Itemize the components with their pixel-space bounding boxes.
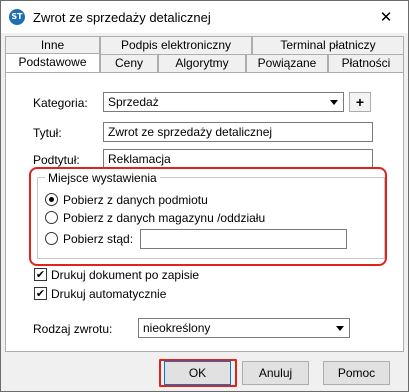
tab-terminal-platniczy[interactable]: Terminal płatniczy [252, 36, 404, 54]
category-value: Sprzedaż [108, 95, 159, 109]
chevron-down-icon [336, 326, 344, 331]
category-select[interactable]: Sprzedaż [103, 92, 344, 112]
chevron-down-icon [330, 100, 338, 105]
radio-issue-from-warehouse[interactable] [45, 211, 58, 224]
tab-podpis-elektroniczny[interactable]: Podpis elektroniczny [100, 36, 252, 54]
tab-algorytmy[interactable]: Algorytmy [158, 54, 246, 72]
tab-strip: Inne Podpis elektroniczny Terminal płatn… [1, 33, 408, 73]
tab-inne[interactable]: Inne [5, 36, 100, 54]
category-label: Kategoria: [33, 96, 88, 110]
cancel-button[interactable]: Anuluj [242, 361, 309, 385]
issue-place-custom-input[interactable] [140, 229, 347, 249]
title-label: Tytuł: [33, 126, 62, 140]
radio-issue-from-warehouse-label: Pobierz z danych magazynu /oddziału [63, 211, 266, 225]
subtitle-input[interactable]: Reklamacja [103, 149, 373, 169]
return-type-value: nieokreślony [143, 321, 211, 335]
tab-podstawowe[interactable]: Podstawowe [5, 53, 100, 72]
radio-issue-from-entity-label: Pobierz z danych podmiotu [63, 193, 208, 207]
tab-powiazane[interactable]: Powiązane [246, 54, 328, 72]
return-type-select[interactable]: nieokreślony [138, 318, 350, 338]
app-logo-icon: ST [9, 9, 25, 25]
title-input[interactable]: Zwrot ze sprzedaży detalicznej [103, 122, 373, 142]
add-category-button[interactable]: + [349, 92, 371, 112]
help-button[interactable]: Pomoc [323, 361, 390, 385]
radio-issue-from-here-label: Pobierz stąd: [63, 232, 134, 246]
ok-button[interactable]: OK [164, 361, 231, 385]
dialog-window: ST Zwrot ze sprzedaży detalicznej ✕ Inne… [0, 0, 409, 392]
close-icon[interactable]: ✕ [371, 5, 401, 29]
print-automatically-checkbox[interactable]: ✔ [34, 287, 47, 300]
tab-ceny[interactable]: Ceny [100, 54, 158, 72]
subtitle-label: Podtytuł: [33, 153, 80, 167]
tab-platnosci[interactable]: Płatności [328, 54, 404, 72]
radio-issue-from-here[interactable] [45, 232, 58, 245]
window-title: Zwrot ze sprzedaży detalicznej [33, 10, 211, 25]
print-automatically-label: Drukuj automatycznie [51, 287, 167, 301]
print-after-save-checkbox[interactable]: ✔ [34, 268, 47, 281]
issue-place-legend: Miejsce wystawienia [45, 171, 160, 185]
radio-issue-from-entity[interactable] [45, 193, 58, 206]
title-bar: ST Zwrot ze sprzedaży detalicznej ✕ [1, 1, 408, 33]
print-after-save-label: Drukuj dokument po zapisie [51, 268, 200, 282]
return-type-label: Rodzaj zwrotu: [33, 322, 113, 336]
